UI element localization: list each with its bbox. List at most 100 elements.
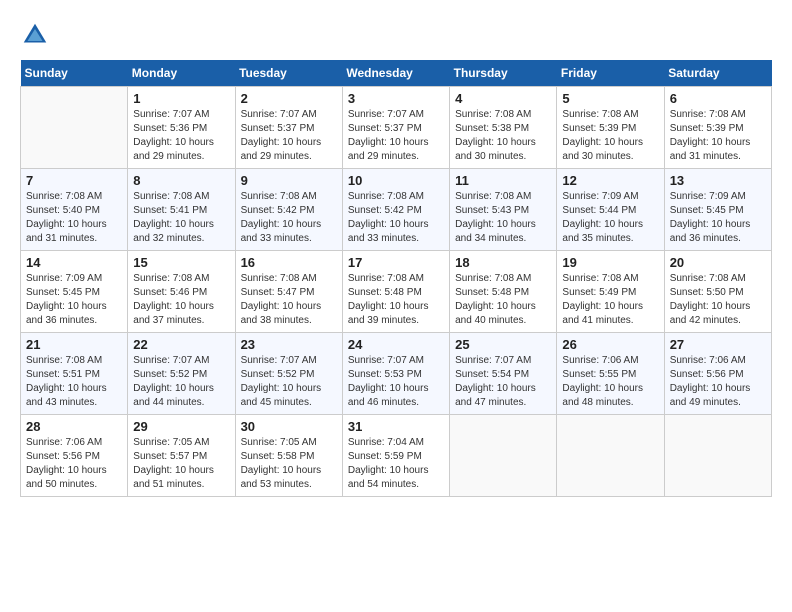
- day-info: Sunrise: 7:08 AMSunset: 5:41 PMDaylight:…: [133, 190, 229, 246]
- day-info: Sunrise: 7:07 AMSunset: 5:37 PMDaylight:…: [241, 108, 337, 164]
- weekday-header-saturday: Saturday: [664, 60, 771, 87]
- calendar-cell: 11 Sunrise: 7:08 AMSunset: 5:43 PMDayligh…: [450, 169, 557, 251]
- day-info: Sunrise: 7:08 AMSunset: 5:50 PMDaylight:…: [670, 272, 766, 328]
- day-number: 18: [455, 255, 551, 270]
- day-number: 31: [348, 419, 444, 434]
- day-info: Sunrise: 7:07 AMSunset: 5:52 PMDaylight:…: [133, 354, 229, 410]
- day-number: 2: [241, 91, 337, 106]
- day-info: Sunrise: 7:09 AMSunset: 5:45 PMDaylight:…: [26, 272, 122, 328]
- calendar-cell: 31 Sunrise: 7:04 AMSunset: 5:59 PMDayligh…: [342, 415, 449, 497]
- day-number: 8: [133, 173, 229, 188]
- calendar-cell: [664, 415, 771, 497]
- day-info: Sunrise: 7:07 AMSunset: 5:37 PMDaylight:…: [348, 108, 444, 164]
- calendar-cell: 5 Sunrise: 7:08 AMSunset: 5:39 PMDaylight…: [557, 87, 664, 169]
- day-number: 4: [455, 91, 551, 106]
- day-info: Sunrise: 7:05 AMSunset: 5:57 PMDaylight:…: [133, 436, 229, 492]
- day-info: Sunrise: 7:08 AMSunset: 5:39 PMDaylight:…: [670, 108, 766, 164]
- day-number: 29: [133, 419, 229, 434]
- weekday-header-monday: Monday: [128, 60, 235, 87]
- day-number: 17: [348, 255, 444, 270]
- day-info: Sunrise: 7:06 AMSunset: 5:56 PMDaylight:…: [670, 354, 766, 410]
- day-info: Sunrise: 7:08 AMSunset: 5:42 PMDaylight:…: [241, 190, 337, 246]
- day-number: 19: [562, 255, 658, 270]
- day-number: 26: [562, 337, 658, 352]
- day-info: Sunrise: 7:08 AMSunset: 5:51 PMDaylight:…: [26, 354, 122, 410]
- day-number: 25: [455, 337, 551, 352]
- day-info: Sunrise: 7:06 AMSunset: 5:55 PMDaylight:…: [562, 354, 658, 410]
- day-number: 6: [670, 91, 766, 106]
- day-number: 21: [26, 337, 122, 352]
- calendar-cell: 13 Sunrise: 7:09 AMSunset: 5:45 PMDayligh…: [664, 169, 771, 251]
- calendar-cell: 27 Sunrise: 7:06 AMSunset: 5:56 PMDayligh…: [664, 333, 771, 415]
- day-info: Sunrise: 7:06 AMSunset: 5:56 PMDaylight:…: [26, 436, 122, 492]
- day-number: 5: [562, 91, 658, 106]
- calendar-cell: [21, 87, 128, 169]
- day-number: 1: [133, 91, 229, 106]
- day-number: 9: [241, 173, 337, 188]
- calendar-cell: 22 Sunrise: 7:07 AMSunset: 5:52 PMDayligh…: [128, 333, 235, 415]
- calendar-table: SundayMondayTuesdayWednesdayThursdayFrid…: [20, 60, 772, 497]
- calendar-cell: 28 Sunrise: 7:06 AMSunset: 5:56 PMDayligh…: [21, 415, 128, 497]
- calendar-cell: 26 Sunrise: 7:06 AMSunset: 5:55 PMDayligh…: [557, 333, 664, 415]
- calendar-cell: 9 Sunrise: 7:08 AMSunset: 5:42 PMDaylight…: [235, 169, 342, 251]
- page-header: [20, 20, 772, 50]
- day-number: 30: [241, 419, 337, 434]
- day-info: Sunrise: 7:08 AMSunset: 5:39 PMDaylight:…: [562, 108, 658, 164]
- weekday-header-wednesday: Wednesday: [342, 60, 449, 87]
- day-info: Sunrise: 7:09 AMSunset: 5:44 PMDaylight:…: [562, 190, 658, 246]
- day-number: 10: [348, 173, 444, 188]
- day-info: Sunrise: 7:04 AMSunset: 5:59 PMDaylight:…: [348, 436, 444, 492]
- day-number: 27: [670, 337, 766, 352]
- day-info: Sunrise: 7:07 AMSunset: 5:53 PMDaylight:…: [348, 354, 444, 410]
- day-number: 11: [455, 173, 551, 188]
- calendar-cell: 15Sunrise: 7:08 AMSunset: 5:46 PMDayligh…: [128, 251, 235, 333]
- day-number: 14: [26, 255, 122, 270]
- day-info: Sunrise: 7:07 AMSunset: 5:36 PMDaylight:…: [133, 108, 229, 164]
- calendar-cell: 6 Sunrise: 7:08 AMSunset: 5:39 PMDaylight…: [664, 87, 771, 169]
- day-info: Sunrise: 7:08 AMSunset: 5:40 PMDaylight:…: [26, 190, 122, 246]
- calendar-cell: 30 Sunrise: 7:05 AMSunset: 5:58 PMDayligh…: [235, 415, 342, 497]
- day-number: 28: [26, 419, 122, 434]
- weekday-header-friday: Friday: [557, 60, 664, 87]
- calendar-cell: 10Sunrise: 7:08 AMSunset: 5:42 PMDayligh…: [342, 169, 449, 251]
- calendar-cell: 12 Sunrise: 7:09 AMSunset: 5:44 PMDayligh…: [557, 169, 664, 251]
- day-number: 13: [670, 173, 766, 188]
- day-number: 22: [133, 337, 229, 352]
- calendar-cell: 25 Sunrise: 7:07 AMSunset: 5:54 PMDayligh…: [450, 333, 557, 415]
- day-info: Sunrise: 7:08 AMSunset: 5:48 PMDaylight:…: [455, 272, 551, 328]
- day-number: 16: [241, 255, 337, 270]
- day-info: Sunrise: 7:05 AMSunset: 5:58 PMDaylight:…: [241, 436, 337, 492]
- day-number: 23: [241, 337, 337, 352]
- day-info: Sunrise: 7:08 AMSunset: 5:49 PMDaylight:…: [562, 272, 658, 328]
- calendar-cell: [450, 415, 557, 497]
- calendar-cell: 2 Sunrise: 7:07 AMSunset: 5:37 PMDaylight…: [235, 87, 342, 169]
- weekday-header-thursday: Thursday: [450, 60, 557, 87]
- calendar-cell: 20 Sunrise: 7:08 AMSunset: 5:50 PMDayligh…: [664, 251, 771, 333]
- calendar-cell: 18 Sunrise: 7:08 AMSunset: 5:48 PMDayligh…: [450, 251, 557, 333]
- day-number: 12: [562, 173, 658, 188]
- day-info: Sunrise: 7:09 AMSunset: 5:45 PMDaylight:…: [670, 190, 766, 246]
- day-info: Sunrise: 7:08 AMSunset: 5:47 PMDaylight:…: [241, 272, 337, 328]
- weekday-header-sunday: Sunday: [21, 60, 128, 87]
- day-info: Sunrise: 7:08 AMSunset: 5:43 PMDaylight:…: [455, 190, 551, 246]
- calendar-cell: 29 Sunrise: 7:05 AMSunset: 5:57 PMDayligh…: [128, 415, 235, 497]
- day-info: Sunrise: 7:08 AMSunset: 5:48 PMDaylight:…: [348, 272, 444, 328]
- calendar-cell: 21 Sunrise: 7:08 AMSunset: 5:51 PMDayligh…: [21, 333, 128, 415]
- day-number: 3: [348, 91, 444, 106]
- day-number: 24: [348, 337, 444, 352]
- calendar-cell: 19 Sunrise: 7:08 AMSunset: 5:49 PMDayligh…: [557, 251, 664, 333]
- calendar-cell: 14 Sunrise: 7:09 AMSunset: 5:45 PMDayligh…: [21, 251, 128, 333]
- calendar-cell: 3 Sunrise: 7:07 AMSunset: 5:37 PMDaylight…: [342, 87, 449, 169]
- day-info: Sunrise: 7:08 AMSunset: 5:46 PMDaylight:…: [133, 272, 229, 328]
- day-info: Sunrise: 7:07 AMSunset: 5:54 PMDaylight:…: [455, 354, 551, 410]
- weekday-header-tuesday: Tuesday: [235, 60, 342, 87]
- logo-icon: [20, 20, 50, 50]
- day-number: 20: [670, 255, 766, 270]
- calendar-cell: 23 Sunrise: 7:07 AMSunset: 5:52 PMDayligh…: [235, 333, 342, 415]
- calendar-cell: [557, 415, 664, 497]
- calendar-cell: 1 Sunrise: 7:07 AMSunset: 5:36 PMDaylight…: [128, 87, 235, 169]
- calendar-cell: 16 Sunrise: 7:08 AMSunset: 5:47 PMDayligh…: [235, 251, 342, 333]
- day-number: 7: [26, 173, 122, 188]
- day-info: Sunrise: 7:07 AMSunset: 5:52 PMDaylight:…: [241, 354, 337, 410]
- calendar-cell: 7 Sunrise: 7:08 AMSunset: 5:40 PMDaylight…: [21, 169, 128, 251]
